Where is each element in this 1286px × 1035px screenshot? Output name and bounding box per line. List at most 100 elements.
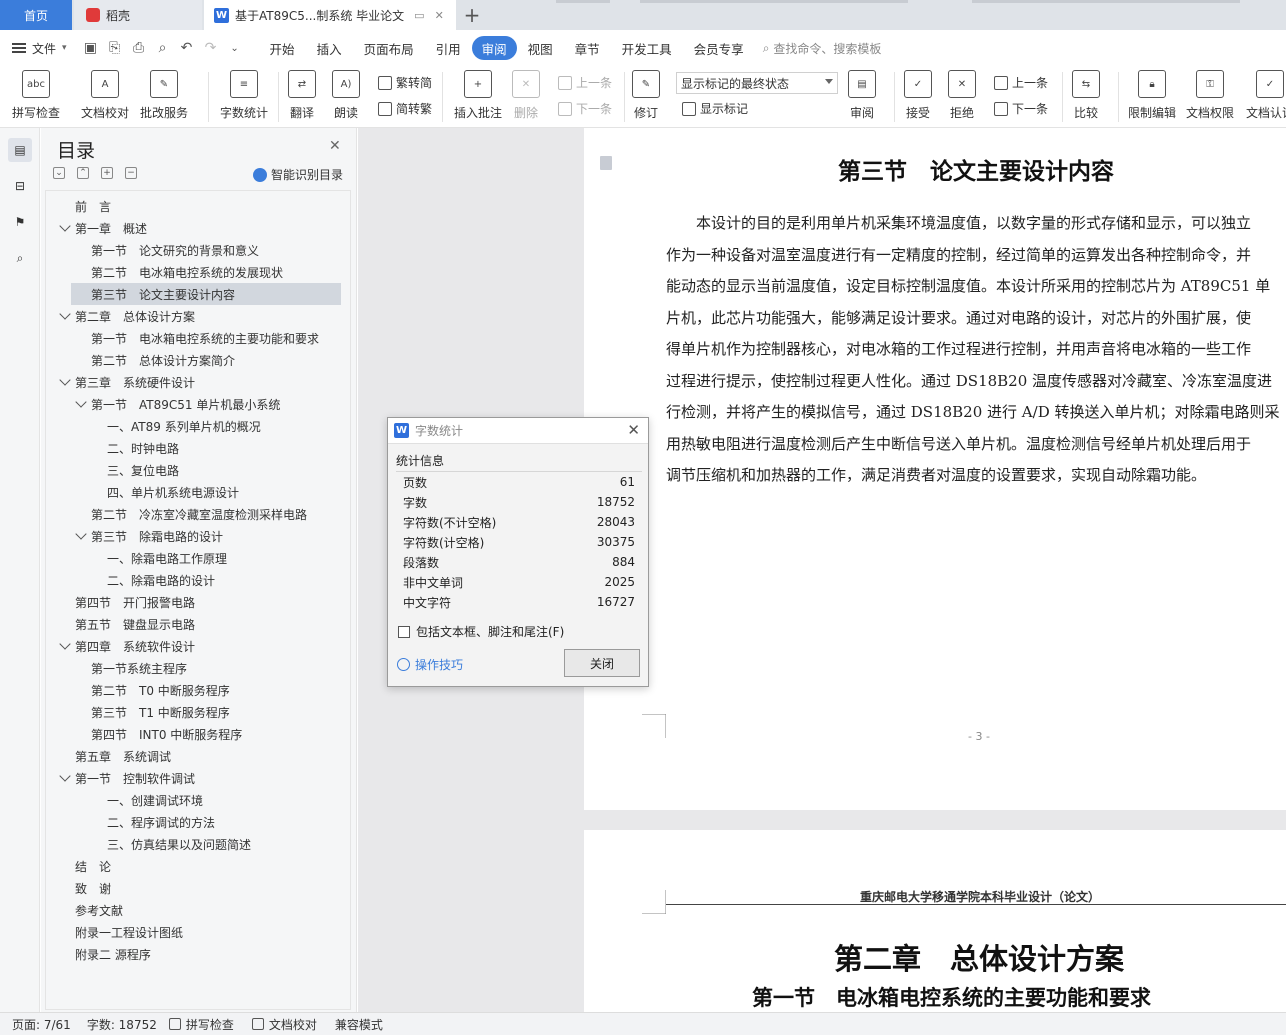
toc-item[interactable]: 参考文献 [75, 899, 123, 921]
tab-home[interactable]: 首页 [0, 0, 72, 30]
doc-cert-button[interactable]: ✓ 文档认证 [1246, 70, 1286, 121]
toc-item[interactable]: 第一章 概述 [59, 217, 147, 239]
toc-item[interactable]: 附录一工程设计图纸 [75, 921, 183, 943]
toc-item[interactable]: 结 论 [75, 855, 111, 877]
page-indicator[interactable]: 页面: 7/61 [12, 1016, 71, 1033]
toc-item[interactable]: 第五节 键盘显示电路 [75, 613, 195, 635]
word-count-button[interactable]: ≡ 字数统计 [220, 70, 268, 121]
close-icon[interactable]: ✕ [627, 421, 640, 439]
menu-page-layout[interactable]: 页面布局 [353, 36, 425, 60]
export-pdf-icon[interactable]: ⎘ [103, 36, 127, 60]
menu-insert[interactable]: 插入 [306, 36, 353, 60]
menu-chapter[interactable]: 章节 [564, 36, 611, 60]
read-aloud-button[interactable]: A) 朗读 [332, 70, 360, 121]
toc-item[interactable]: 一、除霜电路工作原理 [107, 547, 227, 569]
delete-comment-button[interactable]: ✕ 删除 [512, 70, 540, 121]
toc-item[interactable]: 第四节 INT0 中断服务程序 [91, 723, 242, 745]
chevron-down-icon[interactable] [75, 396, 87, 408]
toc-item[interactable]: 二、时钟电路 [107, 437, 179, 459]
toc-item[interactable]: 第一节 控制软件调试 [59, 767, 195, 789]
toc-item[interactable]: 第二节 电冰箱电控系统的发展现状 [91, 261, 283, 283]
menu-developer[interactable]: 开发工具 [611, 36, 683, 60]
close-icon[interactable]: ✕ [329, 138, 341, 154]
page-options-icon[interactable] [600, 156, 612, 170]
toc-item[interactable]: 第二节 冷冻室冷藏室温度检测采样电路 [91, 503, 307, 525]
chevron-down-icon[interactable] [59, 638, 71, 650]
tab-daoke[interactable]: 稻壳 [74, 0, 202, 30]
insert-comment-button[interactable]: + 插入批注 [454, 70, 502, 121]
next-comment-button[interactable]: 下一条 [558, 100, 612, 117]
toc-item[interactable]: 二、程序调试的方法 [107, 811, 215, 833]
toc-item[interactable]: 第三章 系统硬件设计 [59, 371, 195, 393]
translate-button[interactable]: ⇄ 翻译 [288, 70, 316, 121]
chevron-down-icon[interactable] [59, 220, 71, 232]
chevron-down-icon[interactable] [59, 308, 71, 320]
review-pane-button[interactable]: ▤ 审阅 [848, 70, 876, 121]
toc-item[interactable]: 致 谢 [75, 877, 111, 899]
toc-item[interactable]: 第四节 开门报警电路 [75, 591, 195, 613]
toc-item[interactable]: 第一节 电冰箱电控系统的主要功能和要求 [91, 327, 319, 349]
spell-check-button[interactable]: abc 拼写检查 [12, 70, 60, 121]
toc-item[interactable]: 三、仿真结果以及问题简述 [107, 833, 251, 855]
toc-pane-icon[interactable]: ▤ [8, 138, 32, 162]
menu-member[interactable]: 会员专享 [683, 36, 755, 60]
toc-item[interactable]: 第一节 论文研究的背景和意义 [91, 239, 259, 261]
toc-item[interactable]: 第一节系统主程序 [91, 657, 187, 679]
menu-view[interactable]: 视图 [517, 36, 564, 60]
remove-heading-icon[interactable]: − [125, 167, 137, 179]
save-icon[interactable]: ▣ [79, 36, 103, 60]
trad-to-simp-button[interactable]: 繁转简 [378, 74, 432, 91]
collapse-all-icon[interactable]: ⌄ [53, 167, 65, 179]
menu-references[interactable]: 引用 [425, 36, 472, 60]
batch-service-button[interactable]: ✎ 批改服务 [140, 70, 188, 121]
customize-chevron-icon[interactable]: ⌄ [223, 36, 247, 60]
chapter-pane-icon[interactable]: ⊟ [8, 174, 32, 198]
doc-proof-status[interactable]: 文档校对 [251, 1016, 317, 1033]
toc-item[interactable]: 第五章 系统调试 [75, 745, 171, 767]
include-textbox-checkbox[interactable]: 包括文本框、脚注和尾注(F) [398, 623, 564, 640]
toc-item[interactable]: 前 言 [75, 195, 111, 217]
smart-toc-button[interactable]: 智能识别目录 [253, 166, 343, 183]
chevron-down-icon[interactable] [59, 374, 71, 386]
prev-change-button[interactable]: 上一条 [994, 74, 1048, 91]
chevron-down-icon[interactable] [59, 770, 71, 782]
undo-icon[interactable]: ↶ [175, 36, 199, 60]
prev-comment-button[interactable]: 上一条 [558, 74, 612, 91]
toc-item[interactable]: 二、除霜电路的设计 [107, 569, 215, 591]
toc-item[interactable]: 三、复位电路 [107, 459, 179, 481]
toc-item[interactable]: 附录二 源程序 [75, 943, 151, 965]
toc-item[interactable]: 一、创建调试环境 [107, 789, 203, 811]
toc-item[interactable]: 第三节 除霜电路的设计 [75, 525, 223, 547]
next-change-button[interactable]: 下一条 [994, 100, 1048, 117]
track-changes-button[interactable]: ✎ 修订 [632, 70, 660, 121]
doc-proof-button[interactable]: A 文档校对 [81, 70, 129, 121]
doc-permission-button[interactable]: ⚿ 文档权限 [1186, 70, 1234, 121]
print-icon[interactable]: ⎙ [127, 36, 151, 60]
menu-start[interactable]: 开始 [259, 36, 306, 60]
toc-item[interactable]: 第二章 总体设计方案 [59, 305, 195, 327]
compare-button[interactable]: ⇆ 比较 [1072, 70, 1100, 121]
new-tab-button[interactable]: + [460, 0, 484, 30]
toc-item[interactable]: 第二节 T0 中断服务程序 [91, 679, 230, 701]
close-icon[interactable]: ✕ [435, 9, 444, 22]
redo-icon[interactable]: ↷ [199, 36, 223, 60]
print-preview-icon[interactable]: ⌕ [151, 36, 175, 60]
bookmark-icon[interactable]: ⚑ [8, 210, 32, 234]
accept-button[interactable]: ✓ 接受 [904, 70, 932, 121]
dialog-titlebar[interactable]: W 字数统计 ✕ [388, 418, 648, 444]
reject-button[interactable]: ✕ 拒绝 [948, 70, 976, 121]
spell-check-status[interactable]: 拼写检查 [168, 1016, 234, 1033]
toc-item[interactable]: 第一节 AT89C51 单片机最小系统 [75, 393, 280, 415]
show-markup-button[interactable]: 显示标记 [682, 100, 748, 117]
search-icon[interactable]: ⌕ [8, 246, 32, 270]
tips-link[interactable]: 操作技巧 [397, 656, 463, 673]
add-heading-icon[interactable]: + [101, 167, 113, 179]
toc-item[interactable]: 第三节 论文主要设计内容 [71, 283, 341, 305]
word-count-indicator[interactable]: 字数: 18752 [87, 1016, 157, 1033]
toc-item[interactable]: 第三节 T1 中断服务程序 [91, 701, 230, 723]
tab-document[interactable]: W 基于AT89C5...制系统 毕业论文 ▭ ✕ [204, 0, 456, 30]
file-menu[interactable]: 文件 ▾ [0, 30, 79, 66]
restrict-edit-button[interactable]: 🔒︎ 限制编辑 [1128, 70, 1176, 121]
toc-item[interactable]: 一、AT89 系列单片机的概况 [107, 415, 261, 437]
toc-item[interactable]: 四、单片机系统电源设计 [107, 481, 239, 503]
